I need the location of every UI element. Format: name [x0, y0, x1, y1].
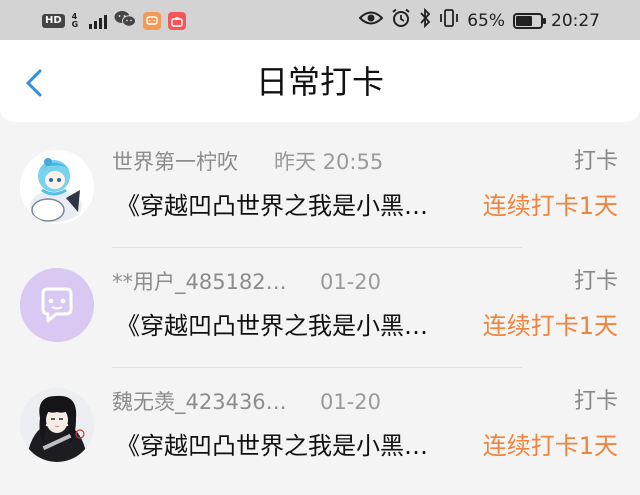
list-item[interactable]: 魏无羡_423436… 01-20 打卡 《穿越凹凸世界之我是小黑… 连续打卡1… — [0, 368, 640, 488]
checkin-label: 打卡 — [573, 389, 618, 414]
checkin-date: 昨天 20:55 — [274, 150, 384, 174]
alarm-icon — [391, 8, 411, 33]
avatar — [20, 388, 94, 462]
header-bar: 日常打卡 — [0, 40, 640, 122]
signal-icon — [88, 13, 107, 29]
streak-text: 连续打卡1天 — [482, 432, 618, 460]
list-item[interactable]: 世界第一柠吹 昨天 20:55 打卡 《穿越凹凸世界之我是小黑… 连续打卡1天 — [0, 128, 640, 248]
default-avatar-icon — [20, 268, 94, 342]
book-title: 《穿越凹凸世界之我是小黑… — [116, 192, 428, 220]
user-name: **用户_485182… — [112, 270, 287, 294]
battery-percent: 65% — [467, 10, 505, 31]
status-bar-left: HD 4G — [42, 10, 186, 32]
eye-icon — [358, 10, 384, 31]
battery-level — [516, 15, 532, 26]
avatar — [20, 150, 94, 224]
battery-icon — [513, 12, 546, 29]
chat-app-icon — [142, 12, 161, 30]
checkin-list: 世界第一柠吹 昨天 20:55 打卡 《穿越凹凸世界之我是小黑… 连续打卡1天 … — [0, 128, 640, 488]
shopping-app-icon — [167, 12, 186, 30]
status-bar-right: 65% 20:27 — [358, 7, 600, 33]
page-title: 日常打卡 — [255, 63, 384, 101]
status-bar: HD 4G 65% 20:27 — [0, 0, 640, 40]
checkin-label: 打卡 — [573, 149, 618, 174]
wechat-icon — [114, 10, 136, 32]
bluetooth-icon — [419, 7, 431, 33]
streak-text: 连续打卡1天 — [482, 192, 618, 220]
streak-text: 连续打卡1天 — [482, 312, 618, 340]
clock-time: 20:27 — [551, 10, 600, 31]
book-title: 《穿越凹凸世界之我是小黑… — [116, 432, 428, 460]
user-name: 魏无羡_423436… — [112, 390, 287, 414]
book-title: 《穿越凹凸世界之我是小黑… — [116, 312, 428, 340]
avatar — [20, 268, 94, 342]
network-type: 4G — [71, 12, 79, 29]
hd-badge: HD — [42, 14, 65, 28]
checkin-label: 打卡 — [573, 269, 618, 294]
checkin-date: 01-20 — [320, 390, 382, 414]
checkin-date: 01-20 — [320, 270, 382, 294]
vibrate-icon — [439, 8, 459, 33]
list-item[interactable]: **用户_485182… 01-20 打卡 《穿越凹凸世界之我是小黑… 连续打卡… — [0, 248, 640, 368]
user-name: 世界第一柠吹 — [112, 150, 238, 174]
